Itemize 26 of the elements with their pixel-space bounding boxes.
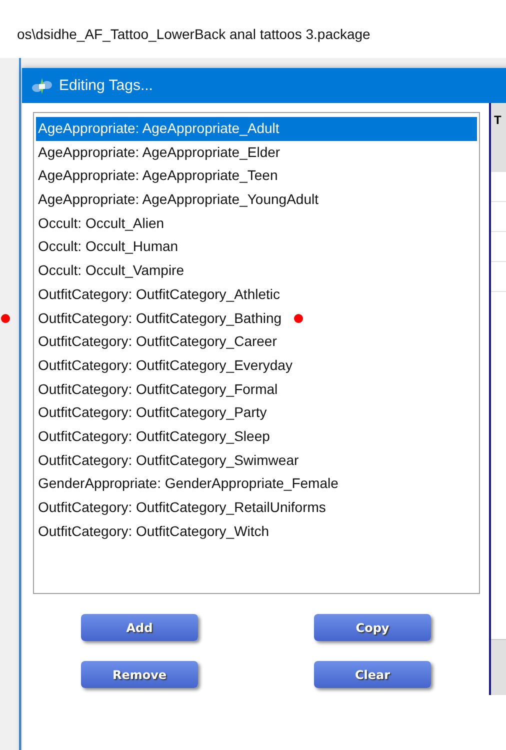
tag-item[interactable]: OutfitCategory: OutfitCategory_RetailUniforms <box>36 496 326 520</box>
tag-item[interactable]: Occult: Occult_Alien <box>36 212 164 236</box>
header-text: T <box>494 113 502 127</box>
tag-item[interactable]: OutfitCategory: OutfitCategory_Bathing <box>36 306 282 330</box>
tag-item[interactable]: OutfitCategory: OutfitCategory_Witch <box>36 520 270 544</box>
window-title: Editing Tags... <box>59 77 153 94</box>
tag-item[interactable]: Occult: Occult_Vampire <box>36 259 184 283</box>
tag-item[interactable]: OutfitCategory: OutfitCategory_Formal <box>36 378 278 402</box>
tag-item[interactable]: OutfitCategory: OutfitCategory_Everyday <box>36 354 292 378</box>
file-path: os\dsidhe_AF_Tattoo_LowerBack anal tattoos 3.package <box>17 26 370 42</box>
tag-item[interactable]: OutfitCategory: OutfitCategory_Party <box>36 401 267 425</box>
tag-item[interactable]: Occult: Occult_Human <box>36 235 178 260</box>
tag-item[interactable]: OutfitCategory: OutfitCategory_Athletic <box>36 282 280 307</box>
action-button[interactable]: Add <box>81 614 198 641</box>
tag-item[interactable]: AgeAppropriate: AgeAppropriate_Elder <box>36 140 280 164</box>
tag-item[interactable]: GenderAppropriate: GenderAppropriate_Female <box>36 472 338 496</box>
action-button[interactable]: Remove <box>81 661 198 688</box>
tag-item[interactable]: OutfitCategory: OutfitCategory_Swimwear <box>36 448 299 472</box>
action-button[interactable]: Copy <box>314 614 431 641</box>
tag-item[interactable]: AgeAppropriate: AgeAppropriate_Teen <box>36 164 278 188</box>
app-logo-icon <box>31 76 53 94</box>
tag-item[interactable]: AgeAppropriate: AgeAppropriate_Adult <box>36 117 477 141</box>
tag-item[interactable]: AgeAppropriate: AgeAppropriate_YoungAdult <box>36 188 318 212</box>
action-button[interactable]: Clear <box>314 661 431 688</box>
tag-item[interactable]: OutfitCategory: OutfitCategory_Sleep <box>36 424 270 449</box>
tag-item[interactable]: OutfitCategory: OutfitCategory_Career <box>36 330 277 354</box>
